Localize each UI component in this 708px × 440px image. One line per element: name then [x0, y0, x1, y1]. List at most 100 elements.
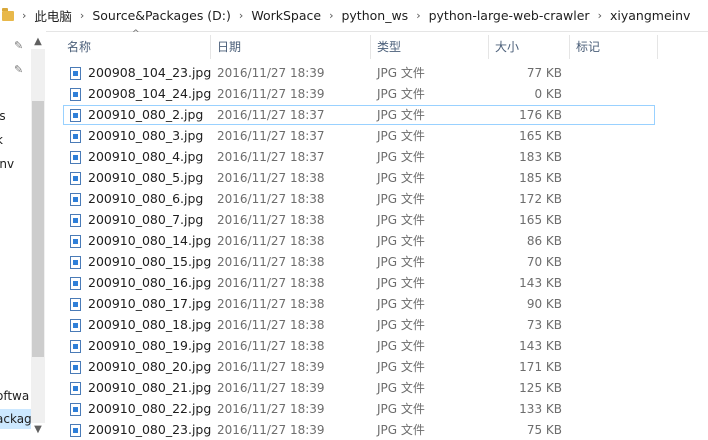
- file-name: 200910_080_18.jpg: [88, 317, 212, 332]
- address-bar[interactable]: › 此电脑 › Source&Packages (D:) › WorkSpace…: [0, 0, 708, 32]
- nav-item-label[interactable]: ls: [0, 109, 6, 123]
- navigation-pane[interactable]: ✎ ✎ ls k inv oftwa ackag ▲ ▼: [0, 31, 46, 439]
- jpg-file-icon: [70, 424, 81, 437]
- jpg-file-icon: [70, 109, 81, 122]
- file-type: JPG 文件: [377, 339, 425, 353]
- column-date[interactable]: 日期: [210, 35, 370, 59]
- file-row[interactable]: 200910_080_14.jpg 2016/11/27 18:38 JPG 文件 8…: [63, 231, 655, 251]
- file-type: JPG 文件: [377, 171, 425, 185]
- jpg-file-icon: [70, 88, 81, 101]
- file-name: 200910_080_7.jpg: [88, 212, 204, 227]
- file-type: JPG 文件: [377, 318, 425, 332]
- file-date: 2016/11/27 18:39: [217, 360, 325, 374]
- jpg-file-icon: [70, 151, 81, 164]
- scroll-down-icon[interactable]: ▼: [31, 424, 45, 436]
- breadcrumb-this-pc[interactable]: 此电脑: [34, 6, 72, 25]
- file-date: 2016/11/27 18:39: [217, 381, 325, 395]
- file-row[interactable]: 200910_080_15.jpg 2016/11/27 18:38 JPG 文件 7…: [63, 252, 655, 272]
- file-type: JPG 文件: [377, 66, 425, 80]
- file-date: 2016/11/27 18:38: [217, 339, 325, 353]
- file-row[interactable]: 200910_080_16.jpg 2016/11/27 18:38 JPG 文件 1…: [63, 273, 655, 293]
- file-size: 70 KB: [526, 255, 562, 269]
- nav-item-label[interactable]: ackag: [0, 412, 32, 426]
- chevron-right-icon[interactable]: ›: [80, 9, 84, 22]
- jpg-file-icon: [70, 256, 81, 269]
- file-size: 176 KB: [519, 108, 562, 122]
- file-name: 200910_080_6.jpg: [88, 191, 204, 206]
- file-size: 77 KB: [526, 66, 562, 80]
- jpg-file-icon: [70, 403, 81, 416]
- file-name: 200910_080_17.jpg: [88, 296, 212, 311]
- file-size: 143 KB: [519, 276, 562, 290]
- file-size: 86 KB: [526, 234, 562, 248]
- file-size: 133 KB: [519, 402, 562, 416]
- column-tags[interactable]: 标记: [569, 35, 657, 59]
- file-row[interactable]: 200910_080_7.jpg 2016/11/27 18:38 JPG 文件 16…: [63, 210, 655, 230]
- file-name: 200910_080_21.jpg: [88, 380, 212, 395]
- file-date: 2016/11/27 18:38: [217, 213, 325, 227]
- file-size: 75 KB: [526, 423, 562, 437]
- file-row[interactable]: 200910_080_21.jpg 2016/11/27 18:39 JPG 文件 1…: [63, 378, 655, 398]
- file-size: 73 KB: [526, 318, 562, 332]
- breadcrumb-python-large-web-crawler[interactable]: python-large-web-crawler: [429, 8, 590, 23]
- file-type: JPG 文件: [377, 255, 425, 269]
- file-name: 200910_080_5.jpg: [88, 170, 204, 185]
- scroll-up-icon[interactable]: ▲: [31, 36, 45, 48]
- chevron-right-icon[interactable]: ›: [239, 9, 243, 22]
- jpg-file-icon: [70, 214, 81, 227]
- file-type: JPG 文件: [377, 381, 425, 395]
- file-row[interactable]: 200910_080_20.jpg 2016/11/27 18:39 JPG 文件 1…: [63, 357, 655, 377]
- column-header: ^ 名称 日期 类型 大小 标记: [60, 29, 708, 59]
- file-row[interactable]: 200910_080_22.jpg 2016/11/27 18:39 JPG 文件 1…: [63, 399, 655, 419]
- chevron-right-icon[interactable]: ›: [329, 9, 333, 22]
- pin-icon[interactable]: ✎: [14, 40, 24, 51]
- file-date: 2016/11/27 18:38: [217, 318, 325, 332]
- file-name: 200910_080_14.jpg: [88, 233, 212, 248]
- file-size: 165 KB: [519, 213, 562, 227]
- file-name: 200908_104_23.jpg: [88, 65, 212, 80]
- file-size: 90 KB: [526, 297, 562, 311]
- file-type: JPG 文件: [377, 129, 425, 143]
- file-date: 2016/11/27 18:39: [217, 87, 325, 101]
- file-row[interactable]: 200910_080_23.jpg 2016/11/27 18:39 JPG 文件 7…: [63, 420, 655, 440]
- file-row[interactable]: 200910_080_4.jpg 2016/11/27 18:37 JPG 文件 18…: [63, 147, 655, 167]
- breadcrumb-drive-d[interactable]: Source&Packages (D:): [92, 8, 231, 23]
- file-name: 200910_080_23.jpg: [88, 422, 212, 437]
- breadcrumb-xiyangmeinv[interactable]: xiyangmeinv: [610, 8, 690, 23]
- file-size: 183 KB: [519, 150, 562, 164]
- column-type[interactable]: 类型: [370, 35, 488, 59]
- jpg-file-icon: [70, 340, 81, 353]
- jpg-file-icon: [70, 193, 81, 206]
- file-row[interactable]: 200910_080_2.jpg 2016/11/27 18:37 JPG 文件 17…: [63, 105, 655, 125]
- nav-scrollbar-thumb[interactable]: [32, 101, 44, 357]
- chevron-right-icon: ›: [22, 9, 27, 22]
- breadcrumb-workspace[interactable]: WorkSpace: [251, 8, 321, 23]
- file-row[interactable]: 200908_104_24.jpg 2016/11/27 18:39 JPG 文件 0…: [63, 84, 655, 104]
- column-divider[interactable]: [657, 35, 658, 59]
- jpg-file-icon: [70, 361, 81, 374]
- file-row[interactable]: 200908_104_23.jpg 2016/11/27 18:39 JPG 文件 7…: [63, 63, 655, 83]
- chevron-right-icon[interactable]: ›: [416, 9, 420, 22]
- file-row[interactable]: 200910_080_17.jpg 2016/11/27 18:38 JPG 文件 9…: [63, 294, 655, 314]
- file-name: 200910_080_16.jpg: [88, 275, 212, 290]
- file-date: 2016/11/27 18:37: [217, 129, 325, 143]
- file-name: 200910_080_22.jpg: [88, 401, 212, 416]
- chevron-right-icon[interactable]: ›: [598, 9, 602, 22]
- breadcrumb-python-ws[interactable]: python_ws: [341, 8, 408, 23]
- file-date: 2016/11/27 18:38: [217, 171, 325, 185]
- column-name[interactable]: 名称: [60, 35, 210, 59]
- column-size[interactable]: 大小: [488, 35, 569, 59]
- jpg-file-icon: [70, 172, 81, 185]
- file-date: 2016/11/27 18:38: [217, 234, 325, 248]
- nav-item-label[interactable]: oftwa: [0, 389, 29, 403]
- file-row[interactable]: 200910_080_3.jpg 2016/11/27 18:37 JPG 文件 16…: [63, 126, 655, 146]
- nav-item-label[interactable]: inv: [0, 157, 14, 171]
- file-row[interactable]: 200910_080_18.jpg 2016/11/27 18:38 JPG 文件 7…: [63, 315, 655, 335]
- file-row[interactable]: 200910_080_6.jpg 2016/11/27 18:38 JPG 文件 17…: [63, 189, 655, 209]
- file-size: 185 KB: [519, 171, 562, 185]
- nav-item-label[interactable]: k: [0, 133, 3, 147]
- pin-icon[interactable]: ✎: [14, 64, 24, 75]
- file-row[interactable]: 200910_080_5.jpg 2016/11/27 18:38 JPG 文件 18…: [63, 168, 655, 188]
- file-row[interactable]: 200910_080_19.jpg 2016/11/27 18:38 JPG 文件 1…: [63, 336, 655, 356]
- file-name: 200910_080_4.jpg: [88, 149, 204, 164]
